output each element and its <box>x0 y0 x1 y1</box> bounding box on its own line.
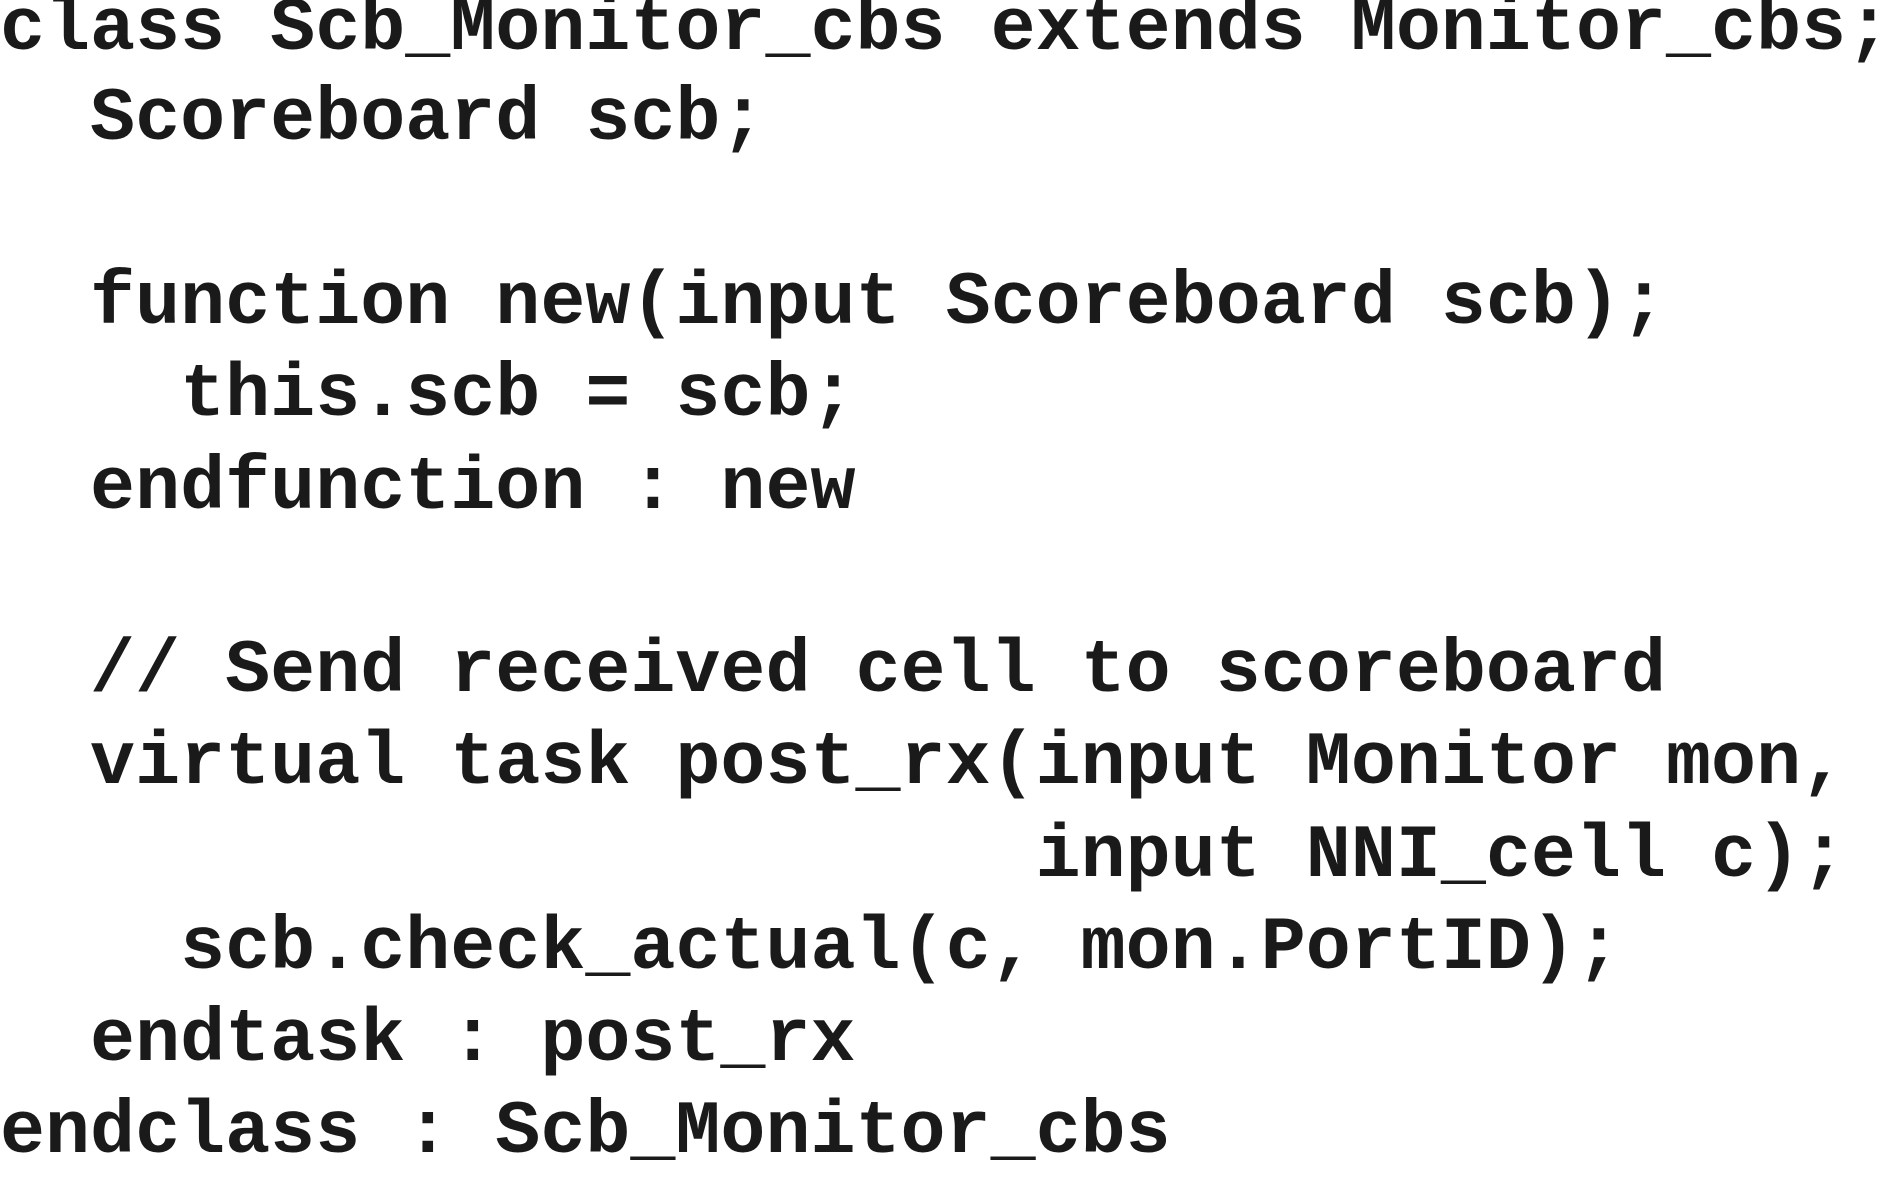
function-new-line: function new(input Scoreboard scb); <box>0 261 1667 346</box>
endtask-line: endtask : post_rx <box>0 998 856 1083</box>
scoreboard-field-line: Scoreboard scb; <box>0 77 766 162</box>
class-declaration-line: class Scb_Monitor_cbs extends Monitor_cb… <box>0 0 1883 72</box>
assign-scb-line: this.scb = scb; <box>0 353 856 438</box>
endfunction-line: endfunction : new <box>0 446 856 531</box>
endclass-line: endclass : Scb_Monitor_cbs <box>0 1090 1171 1175</box>
comment-line: // Send received cell to scoreboard <box>0 629 1667 714</box>
code-listing: class Scb_Monitor_cbs extends Monitor_cb… <box>0 0 1883 1176</box>
check-actual-call-line: scb.check_actual(c, mon.PortID); <box>0 906 1621 991</box>
task-post-rx-continuation: input NNI_cell c); <box>0 814 1847 899</box>
task-post-rx-line: virtual task post_rx(input Monitor mon, <box>0 721 1847 806</box>
